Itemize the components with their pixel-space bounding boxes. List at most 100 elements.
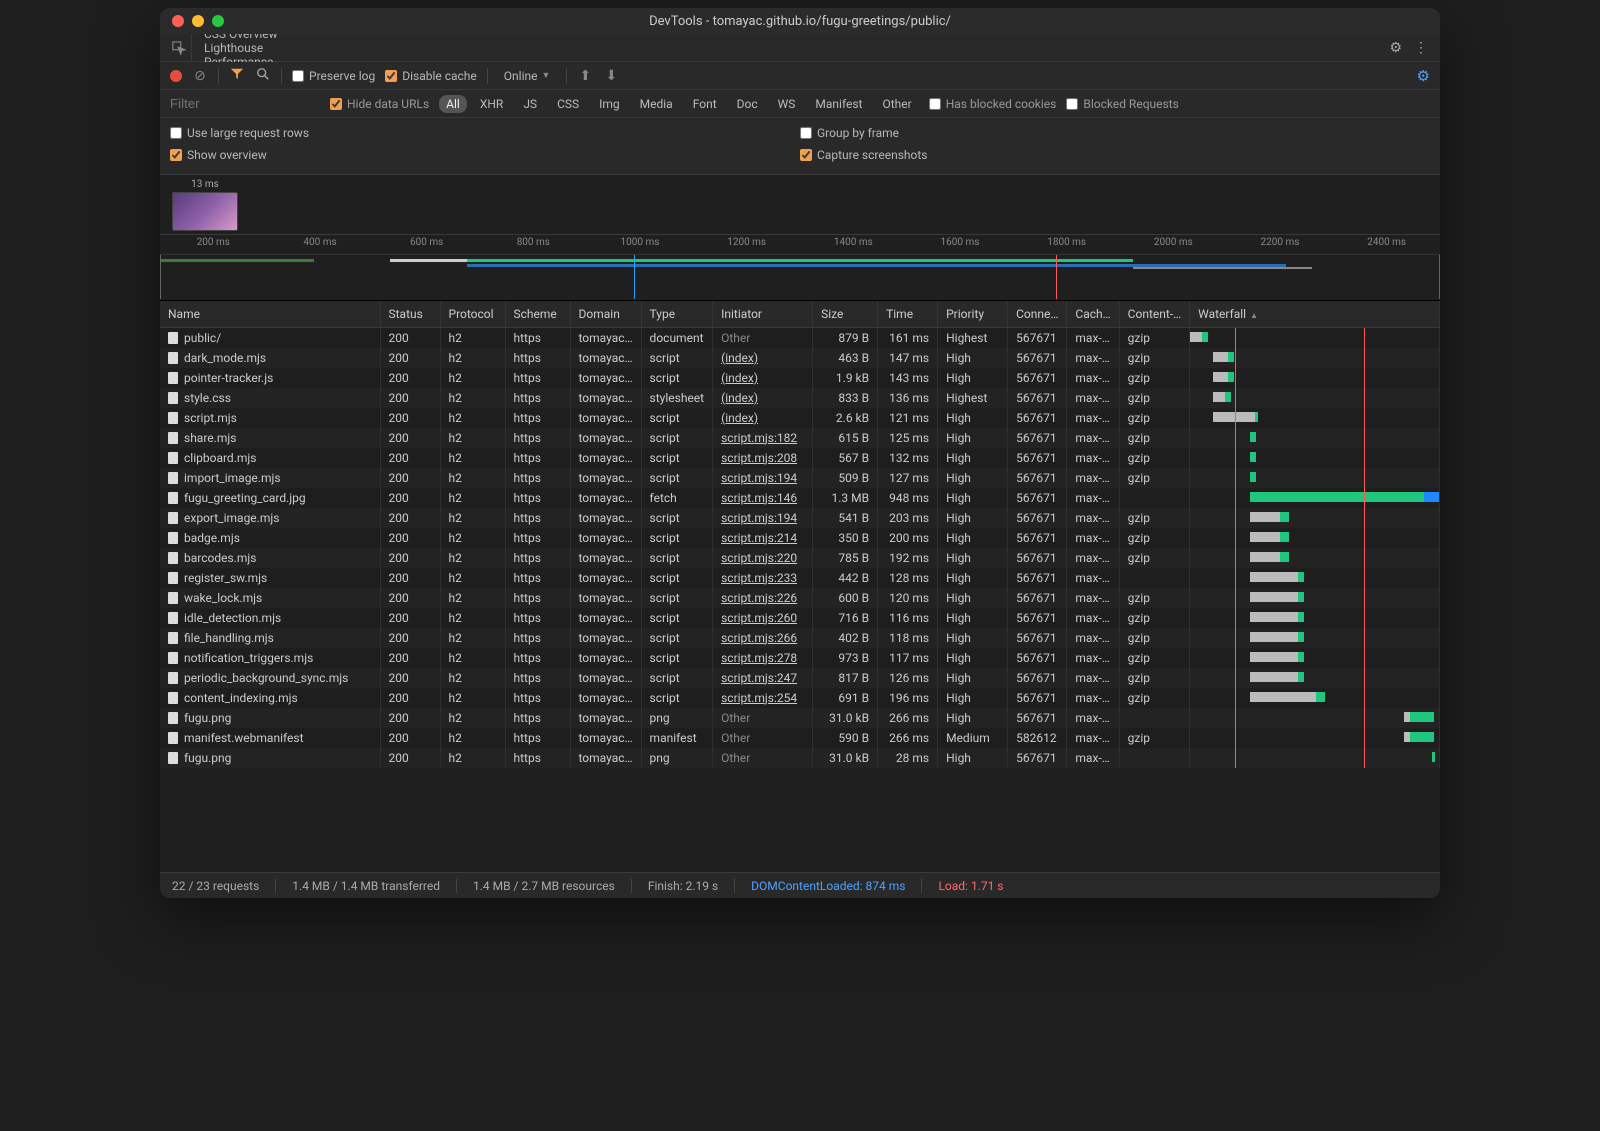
group-by-frame-checkbox[interactable]: Group by frame <box>800 126 899 140</box>
table-row[interactable]: periodic_background_sync.mjs200h2httpsto… <box>160 668 1440 688</box>
column-header-initiator[interactable]: Initiator <box>713 301 813 328</box>
screenshot-thumbnail[interactable]: 13 ms <box>170 179 240 231</box>
cell: h2 <box>440 348 505 368</box>
initiator-link[interactable]: script.mjs:260 <box>721 611 797 625</box>
file-icon <box>168 492 178 504</box>
record-button[interactable] <box>170 70 182 82</box>
table-row[interactable]: wake_lock.mjs200h2httpstomayac…scriptscr… <box>160 588 1440 608</box>
panel-settings-icon[interactable]: ⚙ <box>1417 67 1430 85</box>
table-row[interactable]: export_image.mjs200h2httpstomayac…script… <box>160 508 1440 528</box>
show-overview-checkbox[interactable]: Show overview <box>170 148 267 162</box>
type-filter-css[interactable]: CSS <box>550 95 586 113</box>
table-row[interactable]: fugu.png200h2httpstomayac…pngOther31.0 k… <box>160 708 1440 728</box>
table-row[interactable]: badge.mjs200h2httpstomayac…scriptscript.… <box>160 528 1440 548</box>
capture-screenshots-checkbox[interactable]: Capture screenshots <box>800 148 927 162</box>
filter-icon[interactable] <box>229 67 245 85</box>
initiator-link[interactable]: script.mjs:254 <box>721 691 797 705</box>
initiator-link[interactable]: (index) <box>721 371 758 385</box>
column-header-type[interactable]: Type <box>641 301 713 328</box>
use-large-rows-checkbox[interactable]: Use large request rows <box>170 126 309 140</box>
table-row[interactable]: clipboard.mjs200h2httpstomayac…scriptscr… <box>160 448 1440 468</box>
type-filter-ws[interactable]: WS <box>771 95 803 113</box>
hide-data-urls-checkbox[interactable]: Hide data URLs <box>330 97 429 111</box>
filter-input[interactable] <box>170 96 320 111</box>
cell: 350 B <box>813 528 878 548</box>
cell: tomayac… <box>570 428 641 448</box>
initiator-link[interactable]: script.mjs:194 <box>721 511 797 525</box>
initiator-link[interactable]: script.mjs:208 <box>721 451 797 465</box>
table-row[interactable]: style.css200h2httpstomayac…stylesheet(in… <box>160 388 1440 408</box>
initiator-link[interactable]: script.mjs:226 <box>721 591 797 605</box>
column-header-name[interactable]: Name <box>160 301 380 328</box>
initiator-link[interactable]: (index) <box>721 391 758 405</box>
table-row[interactable]: dark_mode.mjs200h2httpstomayac…script(in… <box>160 348 1440 368</box>
initiator-link[interactable]: script.mjs:266 <box>721 631 797 645</box>
column-header-content-[interactable]: Content-… <box>1119 301 1189 328</box>
preserve-log-checkbox[interactable]: Preserve log <box>292 69 375 83</box>
has-blocked-cookies-checkbox[interactable]: Has blocked cookies <box>929 97 1057 111</box>
blocked-requests-checkbox[interactable]: Blocked Requests <box>1066 97 1178 111</box>
column-header-status[interactable]: Status <box>380 301 440 328</box>
table-row[interactable]: notification_triggers.mjs200h2httpstomay… <box>160 648 1440 668</box>
cell: 132 ms <box>878 448 938 468</box>
column-header-priority[interactable]: Priority <box>938 301 1008 328</box>
column-header-cach-[interactable]: Cach… <box>1067 301 1119 328</box>
table-row[interactable]: share.mjs200h2httpstomayac…scriptscript.… <box>160 428 1440 448</box>
initiator-link[interactable]: script.mjs:194 <box>721 471 797 485</box>
initiator-link[interactable]: script.mjs:220 <box>721 551 797 565</box>
table-row[interactable]: fugu_greeting_card.jpg200h2httpstomayac…… <box>160 488 1440 508</box>
table-row[interactable]: barcodes.mjs200h2httpstomayac…scriptscri… <box>160 548 1440 568</box>
type-filter-media[interactable]: Media <box>633 95 680 113</box>
inspect-element-icon[interactable] <box>166 34 192 62</box>
initiator-link[interactable]: script.mjs:247 <box>721 671 797 685</box>
table-row[interactable]: register_sw.mjs200h2httpstomayac…scripts… <box>160 568 1440 588</box>
column-header-conne-[interactable]: Conne… <box>1008 301 1067 328</box>
column-header-domain[interactable]: Domain <box>570 301 641 328</box>
column-header-size[interactable]: Size <box>813 301 878 328</box>
throttling-select[interactable]: Online ▼ <box>498 69 551 83</box>
type-filter-other[interactable]: Other <box>875 95 918 113</box>
type-filter-js[interactable]: JS <box>516 95 544 113</box>
table-row[interactable]: script.mjs200h2httpstomayac…script(index… <box>160 408 1440 428</box>
disable-cache-checkbox[interactable]: Disable cache <box>385 69 477 83</box>
request-name: fugu.png <box>184 751 231 765</box>
table-row[interactable]: idle_detection.mjs200h2httpstomayac…scri… <box>160 608 1440 628</box>
settings-icon[interactable]: ⚙ <box>1389 40 1402 56</box>
cell: script <box>641 608 713 628</box>
column-header-time[interactable]: Time <box>878 301 938 328</box>
initiator-link[interactable]: (index) <box>721 411 758 425</box>
type-filter-manifest[interactable]: Manifest <box>808 95 869 113</box>
type-filter-img[interactable]: Img <box>592 95 627 113</box>
type-filter-all[interactable]: All <box>439 95 467 113</box>
table-row[interactable]: public/200h2httpstomayac…documentOther87… <box>160 328 1440 348</box>
file-icon <box>168 432 178 444</box>
overview-timeline[interactable]: 200 ms400 ms600 ms800 ms1000 ms1200 ms14… <box>160 235 1440 301</box>
clear-icon[interactable]: ⊘ <box>192 68 208 84</box>
type-filter-font[interactable]: Font <box>686 95 724 113</box>
more-menu-icon[interactable]: ⋮ <box>1414 40 1428 56</box>
table-row[interactable]: import_image.mjs200h2httpstomayac…script… <box>160 468 1440 488</box>
type-filter-doc[interactable]: Doc <box>730 95 765 113</box>
initiator-link[interactable]: script.mjs:146 <box>721 491 797 505</box>
initiator-link[interactable]: script.mjs:233 <box>721 571 797 585</box>
initiator-link[interactable]: (index) <box>721 351 758 365</box>
search-icon[interactable] <box>255 67 271 85</box>
table-row[interactable]: pointer-tracker.js200h2httpstomayac…scri… <box>160 368 1440 388</box>
table-row[interactable]: fugu.png200h2httpstomayac…pngOther31.0 k… <box>160 748 1440 768</box>
table-row[interactable]: file_handling.mjs200h2httpstomayac…scrip… <box>160 628 1440 648</box>
initiator-link[interactable]: script.mjs:182 <box>721 431 797 445</box>
column-header-protocol[interactable]: Protocol <box>440 301 505 328</box>
table-row[interactable]: content_indexing.mjs200h2httpstomayac…sc… <box>160 688 1440 708</box>
table-row[interactable]: manifest.webmanifest200h2httpstomayac…ma… <box>160 728 1440 748</box>
upload-icon[interactable]: ⬆ <box>577 68 593 84</box>
initiator-link[interactable]: script.mjs:214 <box>721 531 797 545</box>
cell: 1.9 kB <box>813 368 878 388</box>
column-header-waterfall[interactable]: Waterfall <box>1190 301 1440 328</box>
column-header-scheme[interactable]: Scheme <box>505 301 570 328</box>
download-icon[interactable]: ⬇ <box>603 68 619 84</box>
timeline-tick: 200 ms <box>197 237 230 248</box>
initiator-link[interactable]: script.mjs:278 <box>721 651 797 665</box>
type-filter-xhr[interactable]: XHR <box>473 95 510 113</box>
tab-lighthouse[interactable]: Lighthouse <box>192 41 291 55</box>
request-table[interactable]: NameStatusProtocolSchemeDomainTypeInitia… <box>160 301 1440 872</box>
